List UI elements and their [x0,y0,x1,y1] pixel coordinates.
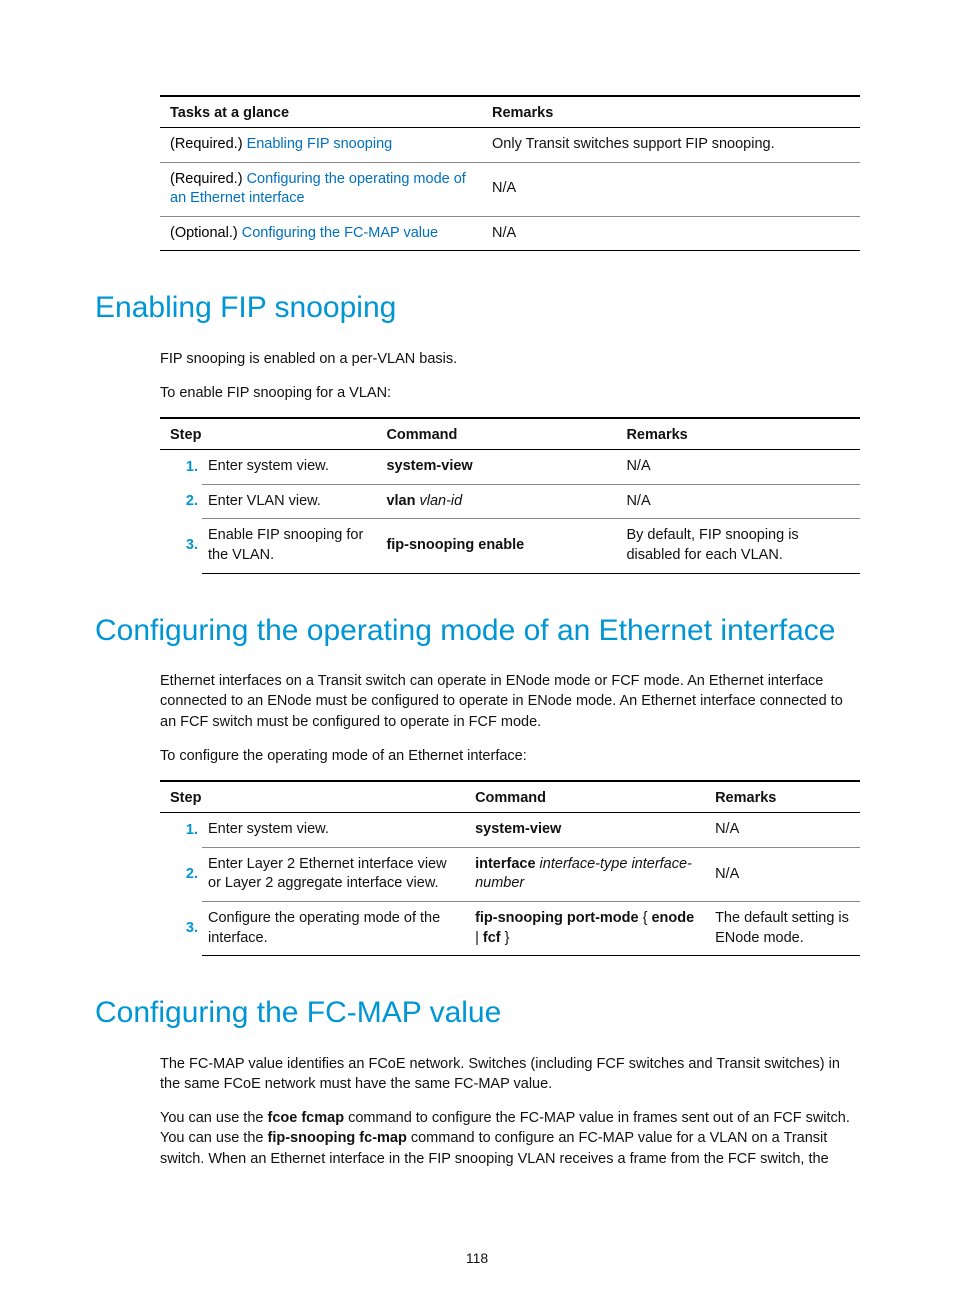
table-row: (Optional.) Configuring the FC-MAP value… [160,216,860,251]
task-link-enable-fip[interactable]: Enabling FIP snooping [247,136,393,152]
step-desc: Enter Layer 2 Ethernet interface view or… [202,847,465,901]
remarks-header: Remarks [705,781,860,813]
tasks-header: Tasks at a glance [160,96,482,128]
step-number: 2. [160,484,202,519]
paragraph: Ethernet interfaces on a Transit switch … [160,671,859,732]
step-number: 3. [160,901,202,955]
command-text: interface [475,856,535,872]
task-prefix: (Required.) [170,136,247,152]
table-row: (Required.) Enabling FIP snooping Only T… [160,128,860,163]
enable-fip-step-table: Step Command Remarks 1. Enter system vie… [160,417,860,573]
table-row: 2. Enter VLAN view. vlan vlan-id N/A [160,484,860,519]
section-heading-enable-fip: Enabling FIP snooping [95,289,859,327]
paragraph: You can use the fcoe fcmap command to co… [160,1108,859,1169]
task-remark: Only Transit switches support FIP snoopi… [482,128,860,163]
page-number: 118 [0,1250,954,1266]
remarks-header: Remarks [482,96,860,128]
step-desc: Enter VLAN view. [202,484,376,519]
step-remark: N/A [705,813,860,848]
step-number: 2. [160,847,202,901]
task-remark: N/A [482,162,860,216]
command-cell: fip-snooping port-mode { enode | fcf } [465,901,705,955]
step-remark: The default setting is ENode mode. [705,901,860,955]
table-row: (Required.) Configuring the operating mo… [160,162,860,216]
command-inline: fcoe fcmap [268,1110,345,1126]
step-desc: Enter system view. [202,813,465,848]
paragraph: FIP snooping is enabled on a per-VLAN ba… [160,349,859,369]
step-desc: Enable FIP snooping for the VLAN. [202,519,376,573]
step-header: Step [160,418,376,450]
command-header: Command [465,781,705,813]
command-text: vlan [386,493,415,509]
command-text: system-view [386,458,472,474]
step-desc: Configure the operating mode of the inte… [202,901,465,955]
table-row: 3. Enable FIP snooping for the VLAN. fip… [160,519,860,573]
step-remark: N/A [616,450,860,485]
task-prefix: (Optional.) [170,225,242,241]
step-remark: N/A [705,847,860,901]
section-heading-op-mode: Configuring the operating mode of an Eth… [95,612,859,650]
section-heading-fcmap: Configuring the FC-MAP value [95,994,859,1032]
table-row: 2. Enter Layer 2 Ethernet interface view… [160,847,860,901]
step-number: 3. [160,519,202,573]
op-mode-step-table: Step Command Remarks 1. Enter system vie… [160,780,860,956]
step-remark: By default, FIP snooping is disabled for… [616,519,860,573]
table-row: 1. Enter system view. system-view N/A [160,813,860,848]
remarks-header: Remarks [616,418,860,450]
command-text: fip-snooping enable [386,537,524,553]
task-remark: N/A [482,216,860,251]
task-prefix: (Required.) [170,171,247,187]
table-row: 3. Configure the operating mode of the i… [160,901,860,955]
command-header: Command [376,418,616,450]
table-row: 1. Enter system view. system-view N/A [160,450,860,485]
step-number: 1. [160,450,202,485]
step-desc: Enter system view. [202,450,376,485]
command-inline: fip-snooping fc-map [268,1130,407,1146]
command-text: system-view [475,821,561,837]
command-arg: vlan-id [415,493,462,509]
step-header: Step [160,781,465,813]
step-remark: N/A [616,484,860,519]
step-number: 1. [160,813,202,848]
paragraph: The FC-MAP value identifies an FCoE netw… [160,1054,859,1095]
tasks-at-a-glance-table: Tasks at a glance Remarks (Required.) En… [160,95,860,251]
paragraph: To enable FIP snooping for a VLAN: [160,383,859,403]
paragraph: To configure the operating mode of an Et… [160,746,859,766]
task-link-fcmap[interactable]: Configuring the FC-MAP value [242,225,438,241]
